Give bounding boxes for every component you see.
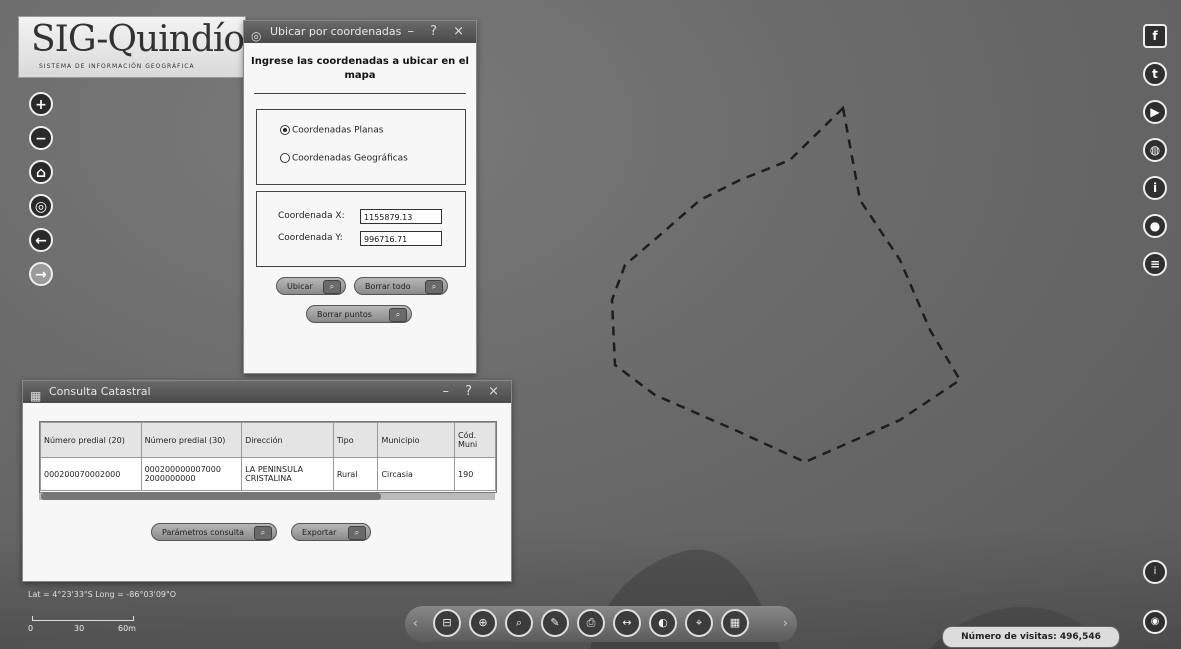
- scale-bar-line: [32, 616, 134, 621]
- catastral-window-title: Consulta Catastral: [49, 385, 151, 398]
- coordinates-heading: Ingrese las coordenadas a ubicar en el m…: [251, 56, 469, 81]
- coordinate-x-label: Coordenada X:: [278, 211, 345, 221]
- chevron-right-icon[interactable]: ›: [783, 616, 788, 630]
- visit-counter-label: Número de visitas:: [961, 632, 1057, 642]
- radio-coordenadas-planas[interactable]: Coordenadas Planas: [280, 125, 383, 136]
- coordinate-type-group: [256, 109, 466, 185]
- radio-unchecked-icon[interactable]: [280, 153, 290, 163]
- bottom-toolbar: ‹ ⊟ ⊕ ⌕ ✎ ⎙ ↔ ◐ ⌖ ▦ ›: [405, 606, 797, 642]
- horizontal-scrollbar[interactable]: [39, 493, 495, 500]
- swipe-icon[interactable]: ↔: [613, 609, 641, 637]
- zoom-in-icon[interactable]: +: [29, 92, 53, 116]
- table-icon[interactable]: ▦: [721, 609, 749, 637]
- cursor-coordinates: Lat = 4°23'33"S Long = -86°03'09"O: [28, 590, 176, 599]
- scrollbar-thumb[interactable]: [41, 493, 381, 500]
- print-icon[interactable]: ⎙: [577, 609, 605, 637]
- coordinate-inputs-group: [256, 191, 466, 267]
- table-cell: Rural: [332, 457, 379, 491]
- scale-bar: 0 30 60m: [28, 610, 138, 640]
- back-arrow-icon[interactable]: ←: [29, 228, 53, 252]
- scale-label: 60m: [118, 624, 136, 633]
- radio-planas-label: Coordenadas Planas: [292, 125, 384, 136]
- table-cell: 000200000007000 2000000000: [140, 457, 243, 491]
- route-icon[interactable]: ⌖: [685, 609, 713, 637]
- visit-counter-value: 496,546: [1059, 632, 1101, 642]
- table-cell: 000200070002000: [40, 457, 142, 491]
- social-toolbar: f t ▶ ◍ i ● ≡: [1143, 24, 1167, 290]
- search-icon: ⌕: [323, 280, 341, 294]
- parametros-consulta-label: Parámetros consulta: [162, 528, 244, 537]
- search-icon: ⌕: [389, 308, 407, 322]
- youtube-icon[interactable]: ▶: [1143, 100, 1167, 124]
- home-icon[interactable]: ⌂: [29, 160, 53, 184]
- globe-icon: ◎: [251, 29, 262, 43]
- logo-title: SIG-Quindío: [31, 19, 245, 60]
- borrar-todo-label: Borrar todo: [365, 282, 411, 291]
- window-controls[interactable]: – ? ×: [442, 381, 505, 403]
- radio-geograficas-label: Coordenadas Geográficas: [292, 153, 408, 164]
- scale-label: 30: [74, 624, 85, 633]
- globe-icon[interactable]: ◍: [1143, 138, 1167, 162]
- search-icon[interactable]: ⌕: [505, 609, 533, 637]
- coordinates-icon[interactable]: ⊕: [469, 609, 497, 637]
- app-logo: SIG-Quindío SISTEMA DE INFORMACIÓN GEOGR…: [18, 16, 246, 78]
- measure-icon[interactable]: ⊟: [433, 609, 461, 637]
- map-nav-tools: + − ⌂ ◎ ← →: [29, 92, 53, 296]
- ubicar-button[interactable]: Ubicar ⌕: [276, 277, 346, 295]
- table-cell: Circasia: [377, 457, 456, 491]
- borrar-puntos-label: Borrar puntos: [317, 310, 372, 319]
- grid-icon: ▦: [30, 389, 42, 403]
- results-table: Número predial (20) Número predial (30) …: [40, 422, 496, 491]
- column-header[interactable]: Municipio: [377, 422, 456, 458]
- search-icon: ⌕: [425, 280, 443, 294]
- layers-icon[interactable]: ●: [1143, 214, 1167, 238]
- forward-arrow-icon[interactable]: →: [29, 262, 53, 286]
- column-header[interactable]: Dirección: [241, 422, 334, 458]
- map-icon[interactable]: ◐: [649, 609, 677, 637]
- table-row[interactable]: 000200070002000 000200000007000 20000000…: [40, 457, 496, 491]
- locate-icon[interactable]: ◎: [29, 194, 53, 218]
- table-cell: LA PENINSULA CRISTALINA: [241, 457, 334, 491]
- column-header[interactable]: Número predial (30): [140, 422, 243, 458]
- attribution-icon[interactable]: i: [1143, 560, 1167, 584]
- results-table-container: Número predial (20) Número predial (30) …: [39, 421, 497, 493]
- polygon-boundary: [610, 105, 962, 464]
- borrar-todo-button[interactable]: Borrar todo ⌕: [354, 277, 448, 295]
- exportar-label: Exportar: [302, 528, 337, 537]
- ubicar-button-label: Ubicar: [287, 282, 313, 291]
- list-icon[interactable]: ≡: [1143, 252, 1167, 276]
- chevron-left-icon[interactable]: ‹: [413, 616, 418, 630]
- search-icon: ⌕: [348, 526, 366, 540]
- borrar-puntos-button[interactable]: Borrar puntos ⌕: [306, 305, 412, 323]
- coordinates-window-titlebar[interactable]: ◎ Ubicar por coordenadas – ? ×: [244, 21, 476, 43]
- coordinate-y-input[interactable]: 996716.71: [360, 231, 442, 246]
- search-icon: ⌕: [254, 526, 272, 540]
- exportar-button[interactable]: Exportar ⌕: [291, 523, 371, 541]
- draw-icon[interactable]: ✎: [541, 609, 569, 637]
- column-header[interactable]: Cód. Muni: [454, 422, 496, 458]
- coordinate-x-input[interactable]: 1155879.13: [360, 209, 442, 224]
- column-header[interactable]: Tipo: [332, 422, 379, 458]
- visit-counter: Número de visitas: 496,546: [942, 626, 1120, 648]
- column-header[interactable]: Número predial (20): [40, 422, 142, 458]
- coordinates-window: ◎ Ubicar por coordenadas – ? × Ingrese l…: [243, 20, 477, 374]
- coordinates-window-title: Ubicar por coordenadas: [270, 25, 402, 38]
- hide-visibility-icon[interactable]: ◉: [1143, 610, 1167, 634]
- facebook-icon[interactable]: f: [1143, 24, 1167, 48]
- window-controls[interactable]: – ? ×: [407, 21, 470, 43]
- divider: [254, 93, 466, 94]
- radio-coordenadas-geograficas[interactable]: Coordenadas Geográficas: [280, 153, 408, 164]
- radio-checked-icon[interactable]: [280, 125, 290, 135]
- scale-label: 0: [28, 624, 34, 633]
- coordinate-y-label: Coordenada Y:: [278, 233, 343, 243]
- parametros-consulta-button[interactable]: Parámetros consulta ⌕: [151, 523, 277, 541]
- info-icon[interactable]: i: [1143, 176, 1167, 200]
- catastral-window: ▦ Consulta Catastral – ? × Número predia…: [22, 380, 512, 582]
- table-cell: 190: [454, 457, 496, 491]
- twitter-icon[interactable]: t: [1143, 62, 1167, 86]
- zoom-out-icon[interactable]: −: [29, 126, 53, 150]
- table-header-row: Número predial (20) Número predial (30) …: [40, 422, 496, 458]
- logo-subtitle: SISTEMA DE INFORMACIÓN GEOGRÁFICA: [39, 63, 195, 70]
- catastral-window-titlebar[interactable]: ▦ Consulta Catastral – ? ×: [23, 381, 511, 403]
